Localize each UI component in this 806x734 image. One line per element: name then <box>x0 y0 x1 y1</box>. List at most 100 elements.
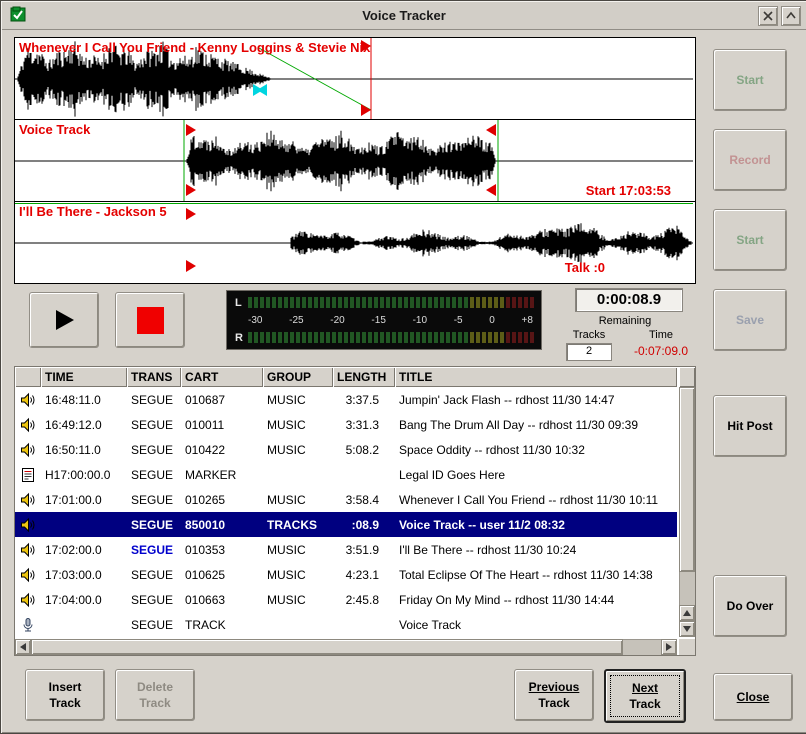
next-track-button[interactable]: Next Track <box>604 669 686 723</box>
header-cart[interactable]: CART <box>181 367 263 387</box>
close-icon[interactable] <box>758 6 778 26</box>
cell-time: 17:02:00.0 <box>41 537 127 562</box>
left-arrow-icon <box>20 643 26 651</box>
speaker-icon <box>15 437 41 462</box>
log-table: TIME TRANS CART GROUP LENGTH TITLE 16:48… <box>14 366 696 656</box>
do-over-button[interactable]: Do Over <box>713 575 787 637</box>
titlebar-buttons <box>758 6 801 26</box>
right-meter <box>248 332 534 343</box>
track-panel-3[interactable]: I'll Be There - Jackson 5 Talk :0 <box>15 202 695 283</box>
cell-title: Jumpin' Jack Flash -- rdhost 11/30 14:47 <box>395 387 677 412</box>
speaker-icon <box>15 387 41 412</box>
track-panel-1[interactable]: Whenever I Call You Friend - Kenny Loggi… <box>15 38 695 120</box>
titlebar[interactable]: Voice Tracker <box>2 2 806 30</box>
cell-time: 16:49:12.0 <box>41 412 127 437</box>
scroll-down-button[interactable] <box>679 621 695 637</box>
log-row[interactable]: 17:02:00.0SEGUE010353MUSIC3:51.9I'll Be … <box>15 537 677 562</box>
meter-scale: -30-25-20-15-10-50+8 <box>235 315 533 326</box>
cell-trans: SEGUE <box>127 612 181 637</box>
close-dialog-button[interactable]: Close <box>713 673 793 721</box>
cell-length: 2:45.8 <box>333 587 395 612</box>
cell-title: Whenever I Call You Friend -- rdhost 11/… <box>395 487 677 512</box>
window-title: Voice Tracker <box>2 2 806 29</box>
vscroll-track[interactable] <box>679 387 695 605</box>
remaining-label: Remaining <box>557 315 693 327</box>
log-header: TIME TRANS CART GROUP LENGTH TITLE <box>15 367 677 387</box>
shade-icon[interactable] <box>781 6 801 26</box>
log-row[interactable]: 17:01:00.0SEGUE010265MUSIC3:58.4Whenever… <box>15 487 677 512</box>
cell-group <box>263 462 333 487</box>
play-triangle-icon <box>51 307 77 333</box>
hscroll-thumb[interactable] <box>31 639 623 655</box>
cell-cart: 010663 <box>181 587 263 612</box>
log-row[interactable]: 16:48:11.0SEGUE010687MUSIC3:37.5Jumpin' … <box>15 387 677 412</box>
vscroll-thumb[interactable] <box>679 387 695 572</box>
log-row[interactable]: 17:04:00.0SEGUE010663MUSIC2:45.8Friday O… <box>15 587 677 612</box>
cell-trans: SEGUE <box>127 562 181 587</box>
scroll-right-button[interactable] <box>661 639 677 655</box>
scrollbar-corner <box>679 639 695 655</box>
log-row[interactable]: SEGUE850010TRACKS:08.9Voice Track -- use… <box>15 512 677 537</box>
scroll-up-button[interactable] <box>679 605 695 621</box>
stop-button[interactable] <box>115 292 185 348</box>
log-row[interactable]: 16:49:12.0SEGUE010011MUSIC3:31.3Bang The… <box>15 412 677 437</box>
cell-title: I'll Be There -- rdhost 11/30 10:24 <box>395 537 677 562</box>
cell-group: MUSIC <box>263 587 333 612</box>
cell-group: MUSIC <box>263 437 333 462</box>
cell-group: MUSIC <box>263 537 333 562</box>
scroll-left-button[interactable] <box>15 639 31 655</box>
cell-time: H17:00:00.0 <box>41 462 127 487</box>
cell-length: :08.9 <box>333 512 395 537</box>
cell-title: Space Oddity -- rdhost 11/30 10:32 <box>395 437 677 462</box>
cell-time <box>41 612 127 637</box>
log-row[interactable]: SEGUETRACK Voice Track <box>15 612 677 637</box>
hscroll-track[interactable] <box>31 639 661 655</box>
previous-track-button[interactable]: Previous Track <box>514 669 594 721</box>
cell-cart: 010265 <box>181 487 263 512</box>
cell-group: MUSIC <box>263 387 333 412</box>
log-row[interactable]: 17:03:00.0SEGUE010625MUSIC4:23.1Total Ec… <box>15 562 677 587</box>
track-3-title: I'll Be There - Jackson 5 <box>19 204 167 219</box>
header-length[interactable]: LENGTH <box>333 367 395 387</box>
vertical-scrollbar[interactable] <box>679 387 695 637</box>
cell-group: TRACKS <box>263 512 333 537</box>
right-channel-label: R <box>235 332 248 344</box>
cell-group: MUSIC <box>263 412 333 437</box>
track-panel-2[interactable]: Voice Track Start 17:03:53 <box>15 120 695 202</box>
cell-trans: SEGUE <box>127 512 181 537</box>
remaining-tracks-label: Tracks <box>557 329 621 341</box>
cell-cart: 010011 <box>181 412 263 437</box>
horizontal-scrollbar[interactable] <box>15 639 677 655</box>
insert-track-button[interactable]: Insert Track <box>25 669 105 721</box>
header-title[interactable]: TITLE <box>395 367 677 387</box>
cell-title: Voice Track -- user 11/2 08:32 <box>395 512 677 537</box>
speaker-icon <box>15 487 41 512</box>
log-row[interactable]: H17:00:00.0SEGUEMARKERLegal ID Goes Here <box>15 462 677 487</box>
header-group[interactable]: GROUP <box>263 367 333 387</box>
cell-cart: 010353 <box>181 537 263 562</box>
log-row[interactable]: 16:50:11.0SEGUE010422MUSIC5:08.2Space Od… <box>15 437 677 462</box>
remaining-tracks-value: 2 <box>566 343 612 361</box>
talk-time-label: Talk :0 <box>565 260 605 275</box>
cell-length: 3:37.5 <box>333 387 395 412</box>
cell-length: 5:08.2 <box>333 437 395 462</box>
delete-track-button: Delete Track <box>115 669 195 721</box>
cell-cart: TRACK <box>181 612 263 637</box>
note-icon <box>15 462 41 487</box>
play-button[interactable] <box>29 292 99 348</box>
start-2-button: Start <box>713 209 787 271</box>
cell-title: Voice Track <box>395 612 677 637</box>
cell-trans: SEGUE <box>127 537 181 562</box>
cell-time: 17:01:00.0 <box>41 487 127 512</box>
header-time[interactable]: TIME <box>41 367 127 387</box>
left-meter <box>248 297 534 308</box>
track-2-title: Voice Track <box>19 122 90 137</box>
header-icon-column[interactable] <box>15 367 41 387</box>
cell-group: MUSIC <box>263 487 333 512</box>
speaker-icon <box>15 412 41 437</box>
hit-post-button[interactable]: Hit Post <box>713 395 787 457</box>
mic-icon <box>15 612 41 637</box>
header-trans[interactable]: TRANS <box>127 367 181 387</box>
voice-tracker-window: Voice Tracker Whenever I Call You Friend… <box>0 0 806 734</box>
cell-cart: 010625 <box>181 562 263 587</box>
